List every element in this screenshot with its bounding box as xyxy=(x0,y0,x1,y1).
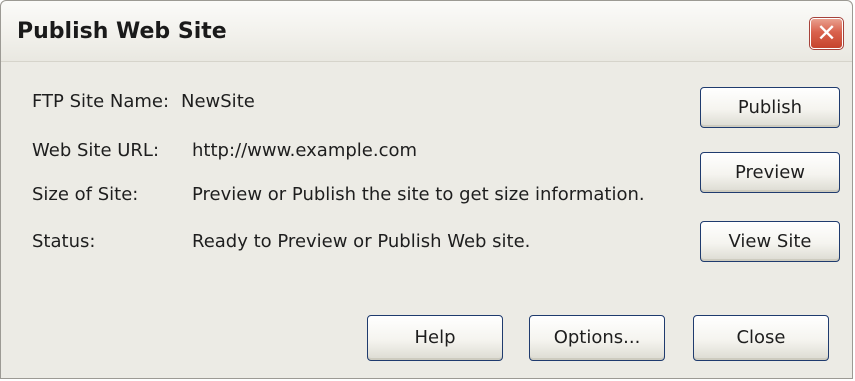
ftp-site-name-value: NewSite xyxy=(181,91,255,112)
ftp-site-name-label: FTP Site Name: xyxy=(32,91,170,112)
publish-web-site-dialog: Publish Web Site ✕ FTP Site Name: NewSit… xyxy=(0,0,853,379)
close-icon[interactable]: ✕ xyxy=(809,17,844,50)
options-button[interactable]: Options... xyxy=(529,315,665,361)
preview-button[interactable]: Preview xyxy=(700,152,840,193)
size-of-site-label: Size of Site: xyxy=(32,184,139,205)
title-bar[interactable]: Publish Web Site ✕ xyxy=(1,1,852,62)
close-button[interactable]: Close xyxy=(693,315,829,361)
dialog-title: Publish Web Site xyxy=(17,19,227,44)
view-site-button[interactable]: View Site xyxy=(700,221,840,262)
web-site-url-value: http://www.example.com xyxy=(192,140,418,161)
web-site-url-label: Web Site URL: xyxy=(32,140,160,161)
size-of-site-value: Preview or Publish the site to get size … xyxy=(192,184,645,205)
help-button[interactable]: Help xyxy=(367,315,503,361)
status-value: Ready to Preview or Publish Web site. xyxy=(192,231,531,252)
publish-button[interactable]: Publish xyxy=(700,87,840,128)
status-label: Status: xyxy=(32,231,96,252)
